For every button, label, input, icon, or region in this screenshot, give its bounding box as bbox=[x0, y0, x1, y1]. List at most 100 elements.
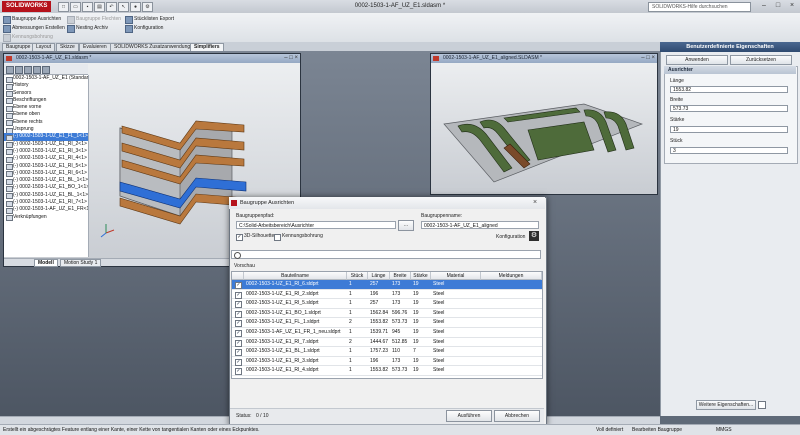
undo-icon[interactable]: ↶ bbox=[106, 2, 117, 12]
source-path-input[interactable]: C:\Solid-Arbeitsbereich\Ausrichter bbox=[236, 221, 396, 229]
tab-simplifiers[interactable]: Simplifiers bbox=[190, 43, 224, 51]
tree-item[interactable]: (-) 0002-1503-1-UZ_E1_BL_1<1> bbox=[4, 192, 88, 200]
tree-item[interactable]: (-) 0002-1503-1-UZ_E1_RI_3<1> bbox=[4, 148, 88, 156]
ribbon-nesting-archive-button[interactable]: Nesting Archiv bbox=[66, 24, 108, 33]
table-row[interactable]: ✓ 0002-1503-1-UZ_E1_RI_4.sldprt 1 1553.82 57… bbox=[232, 366, 542, 376]
table-row[interactable]: ✓ 0002-1503-1-AF_UZ_E1_FR_1_neu.sldprt 1 15… bbox=[232, 328, 542, 338]
table-row[interactable]: ✓ 0002-1503-1-UZ_E1_BL_1.sldprt 1 1757.23 11… bbox=[232, 347, 542, 357]
tree-item[interactable]: Beschriftungen bbox=[4, 97, 88, 105]
width-field[interactable]: 573.73 bbox=[670, 105, 788, 112]
tree-item[interactable]: (-) 0002-1503-1-UZ_E1_RI_2<1> bbox=[4, 141, 88, 149]
dimxpert-icon[interactable] bbox=[33, 66, 41, 74]
options-icon[interactable]: ⚙ bbox=[142, 2, 153, 12]
table-row[interactable]: ✓ 0002-1503-1-UZ_E1_RI_7.sldprt 2 1444.67 51… bbox=[232, 338, 542, 348]
open-icon[interactable]: ▭ bbox=[70, 2, 81, 12]
configuration-manager-icon[interactable] bbox=[24, 66, 32, 74]
row-checkbox[interactable]: ✓ bbox=[235, 330, 242, 337]
silhouette-checkbox[interactable]: ✓ bbox=[236, 234, 243, 241]
cancel-button[interactable]: Abbrechen bbox=[494, 410, 540, 422]
display-manager-icon[interactable] bbox=[42, 66, 50, 74]
table-row[interactable]: ✓ 0002-1503-1-UZ_E1_BO_1.sldprt 1 1562.84 59… bbox=[232, 309, 542, 319]
run-button[interactable]: Ausführen bbox=[446, 410, 492, 422]
minimize-icon[interactable]: – bbox=[758, 1, 770, 11]
col-header-length[interactable]: Länge bbox=[368, 272, 390, 280]
save-icon[interactable]: ▪ bbox=[82, 2, 93, 12]
tree-item[interactable]: (-) 0002-1503-1-UZ_E1_RI_6<1> bbox=[4, 170, 88, 178]
tree-item[interactable]: Ebene oben bbox=[4, 111, 88, 119]
more-properties-button[interactable]: Weitere Eigenschaften... bbox=[696, 400, 756, 410]
col-header-messages[interactable]: Meldungen bbox=[481, 272, 542, 280]
row-checkbox[interactable]: ✓ bbox=[235, 301, 242, 309]
tree-item[interactable]: Ursprung bbox=[4, 126, 88, 134]
aligned-model-view[interactable] bbox=[434, 64, 652, 190]
tree-item[interactable]: History bbox=[4, 82, 88, 90]
select-icon[interactable]: ↖ bbox=[118, 2, 129, 12]
window-controls-icon-aligned[interactable]: – □ × bbox=[641, 54, 655, 63]
pin-checkbox[interactable] bbox=[758, 401, 766, 409]
help-search-input[interactable]: SOLIDWORKS-Hilfe durchsuchen bbox=[648, 2, 751, 12]
tree-item[interactable]: Sensors bbox=[4, 90, 88, 98]
preview-radio-icon[interactable] bbox=[234, 252, 241, 259]
rebuild-icon[interactable]: ● bbox=[130, 2, 141, 12]
feature-tree-icon[interactable] bbox=[6, 66, 14, 74]
row-checkbox[interactable]: ✓ bbox=[235, 368, 242, 376]
row-checkbox[interactable]: ✓ bbox=[235, 282, 242, 289]
quantity-field[interactable]: 3 bbox=[670, 147, 788, 154]
col-header-thickness[interactable]: Stärke bbox=[411, 272, 431, 280]
property-manager-icon[interactable] bbox=[15, 66, 23, 74]
ribbon-configuration-button[interactable]: Konfiguration bbox=[124, 24, 163, 33]
col-header-name[interactable]: Bauteilname bbox=[244, 272, 347, 280]
dialog-close-icon[interactable]: × bbox=[533, 197, 537, 209]
reset-button[interactable]: Zurücksetzen bbox=[730, 55, 792, 65]
browse-button[interactable]: ... bbox=[398, 220, 414, 231]
tab-skizze[interactable]: Skizze bbox=[56, 43, 79, 51]
ribbon-bom-export-button[interactable]: Stücklisten Export bbox=[124, 15, 174, 24]
tree-item[interactable]: (-) 0002-1503-1-UZ_E1_BO_1<1> bbox=[4, 184, 88, 192]
row-checkbox[interactable]: ✓ bbox=[235, 320, 242, 328]
ribbon-id-bore-button[interactable]: Kennungsbohrung bbox=[2, 33, 53, 42]
apply-button[interactable]: Anwenden bbox=[666, 55, 728, 65]
ribbon-create-dimensions-button[interactable]: Abmessungen Erstellen bbox=[2, 24, 65, 33]
table-row[interactable]: ✓ 0002-1503-1-UZ_E1_RI_6.sldprt 1 257 173 19 S… bbox=[232, 280, 542, 290]
row-checkbox[interactable]: ✓ bbox=[235, 349, 242, 357]
new-icon[interactable]: □ bbox=[58, 2, 69, 12]
tree-item[interactable]: 0002-1503-1-AF_UZ_E1 (Standard) bbox=[4, 75, 88, 83]
col-header-qty[interactable]: Stück bbox=[347, 272, 368, 280]
app-logo[interactable]: SOLIDWORKS bbox=[2, 1, 52, 12]
row-checkbox[interactable]: ✓ bbox=[235, 291, 242, 299]
tab-evaluieren[interactable]: Evaluieren bbox=[79, 43, 111, 51]
col-header-material[interactable]: Material bbox=[431, 272, 481, 280]
tab-addins[interactable]: SOLIDWORKS Zusatzanwendungen bbox=[110, 43, 200, 51]
tree-item[interactable]: (-) 0002-1503-1-UZ_E1_FL_1<1> bbox=[4, 133, 88, 141]
tab-motion-study[interactable]: Motion Study 1 bbox=[60, 259, 102, 267]
tree-item[interactable]: (-) 0002-1503-1-UZ_E1_RI_4<1> bbox=[4, 155, 88, 163]
row-checkbox[interactable]: ✓ bbox=[235, 339, 242, 347]
configuration-gear-icon[interactable]: ⚙ bbox=[529, 231, 539, 241]
tree-item[interactable]: Ebene vorne bbox=[4, 104, 88, 112]
print-icon[interactable]: ▤ bbox=[94, 2, 105, 12]
window-controls-icon[interactable]: – □ × bbox=[284, 54, 298, 63]
ribbon-braid-assembly-button[interactable]: Baugruppe Flechten bbox=[66, 15, 121, 24]
target-name-input[interactable]: 0002-1503-1-AF_UZ_E1_aligned bbox=[421, 221, 539, 229]
tab-baugruppe[interactable]: Baugruppe bbox=[2, 43, 35, 51]
length-field[interactable]: 1553.82 bbox=[670, 86, 788, 93]
ribbon-align-assembly-button[interactable]: Baugruppe Ausrichten bbox=[2, 15, 61, 24]
bore-checkbox[interactable] bbox=[274, 234, 281, 241]
tree-item[interactable]: (-) 0002-1503-1-UZ_E1_RI_5<1> bbox=[4, 163, 88, 171]
tree-item[interactable]: (-) 0002-1503-1-UZ_E1_RI_7<1> bbox=[4, 199, 88, 207]
tree-item[interactable]: (-) 0002-1503-1-AF_UZ_E1_FR<1> bbox=[4, 206, 88, 214]
tree-item[interactable]: Ebene rechts bbox=[4, 119, 88, 127]
feature-tree[interactable]: 0002-1503-1-AF_UZ_E1 (Standard) History Se… bbox=[4, 75, 89, 257]
tab-model[interactable]: Modell bbox=[34, 259, 58, 267]
row-checkbox[interactable]: ✓ bbox=[235, 358, 242, 366]
maximize-icon[interactable]: □ bbox=[772, 1, 784, 11]
parts-table[interactable]: Bauteilname Stück Länge Breite Stärke Ma… bbox=[231, 271, 543, 379]
table-row[interactable]: ✓ 0002-1503-1-UZ_E1_RI_3.sldprt 1 196 173 19 S… bbox=[232, 357, 542, 367]
close-icon[interactable]: × bbox=[786, 1, 798, 11]
table-row[interactable]: ✓ 0002-1503-1-UZ_E1_RI_2.sldprt 1 196 173 19 S… bbox=[232, 290, 542, 300]
thickness-field[interactable]: 19 bbox=[670, 126, 788, 133]
table-row[interactable]: ✓ 0002-1503-1-UZ_E1_FL_1.sldprt 2 1553.82 57… bbox=[232, 318, 542, 328]
table-row[interactable]: ✓ 0002-1503-1-UZ_E1_RI_5.sldprt 1 257 173 19 S… bbox=[232, 299, 542, 309]
tree-item[interactable]: Verknüpfungen bbox=[4, 214, 88, 222]
col-header-width[interactable]: Breite bbox=[390, 272, 411, 280]
